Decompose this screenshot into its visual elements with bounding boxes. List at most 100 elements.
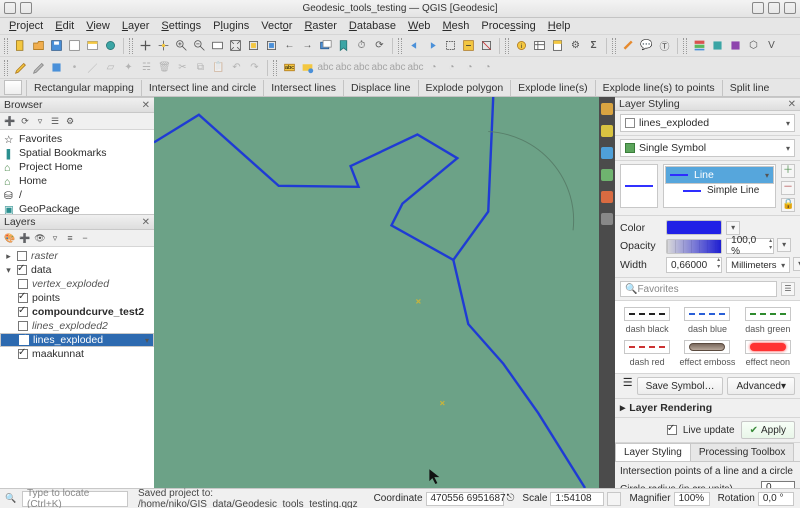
browser-item-bookmarks[interactable]: ❚Spatial Bookmarks — [0, 146, 154, 160]
lock-symbol-button[interactable]: 🔒 — [781, 198, 795, 212]
sidebar-tab-history-icon[interactable] — [601, 213, 613, 225]
locator-search-icon[interactable]: 🔍 — [4, 492, 18, 506]
layer-styling-close-icon[interactable]: ✕ — [788, 99, 796, 110]
magnifier-input[interactable]: 100% — [674, 492, 710, 506]
renderer-select[interactable]: Single Symbol — [620, 139, 795, 157]
width-dd-button[interactable]: ▾ — [793, 257, 800, 271]
width-unit-select[interactable]: Millimeters — [726, 257, 790, 273]
browser-item-root[interactable]: ⛁/ — [0, 188, 154, 202]
rotation-input[interactable]: 0,0 ° — [758, 492, 794, 506]
new-geopackage-button[interactable] — [709, 37, 726, 54]
menu-plugins[interactable]: Plugins — [208, 19, 254, 33]
menu-mesh[interactable]: Mesh — [437, 19, 474, 33]
layer-points[interactable]: points — [0, 291, 154, 305]
plugin-tab-explode-lines[interactable]: Explode line(s) — [510, 80, 594, 96]
processing-toolbox-button[interactable]: ⚙ — [567, 37, 584, 54]
browser-add-button[interactable]: ➕ — [3, 114, 17, 128]
open-attr-table-button[interactable] — [531, 37, 548, 54]
label-toolbar-1[interactable]: abc — [281, 59, 298, 76]
advanced-button[interactable]: Advanced ▾ — [727, 377, 795, 395]
color-menu-button[interactable]: ▾ — [726, 221, 740, 235]
menu-settings[interactable]: Settings — [156, 19, 206, 33]
menu-vector[interactable]: Vector — [256, 19, 297, 33]
remove-symbol-layer-button[interactable]: － — [781, 181, 795, 195]
browser-item-home[interactable]: ⌂Home — [0, 174, 154, 188]
menu-view[interactable]: View — [81, 19, 115, 33]
zoom-in-button[interactable] — [173, 37, 190, 54]
layout-manager-button[interactable] — [84, 37, 101, 54]
swatch-dash-blue[interactable]: dash blue — [679, 307, 735, 334]
field-calc-button[interactable] — [549, 37, 566, 54]
layers-expand-button[interactable]: ≡ — [63, 231, 77, 245]
sidebar-tab-diagrams-icon[interactable] — [601, 191, 613, 203]
style-manager-button[interactable] — [102, 37, 119, 54]
sidebar-tab-masks-icon[interactable] — [601, 147, 613, 159]
menu-raster[interactable]: Raster — [299, 19, 341, 33]
close-button[interactable] — [784, 2, 796, 14]
layers-close-icon[interactable]: ✕ — [142, 217, 150, 228]
browser-item-geopackage[interactable]: ▣GeoPackage — [0, 202, 154, 214]
text-annotation-button[interactable]: Ⓣ — [656, 37, 673, 54]
new-virtual-button[interactable]: V — [763, 37, 780, 54]
deselect-button[interactable] — [478, 37, 495, 54]
label-toolbar-2[interactable] — [299, 59, 316, 76]
map-tips-button[interactable]: 💬 — [638, 37, 655, 54]
symbol-search-input[interactable]: 🔍 Favorites — [620, 281, 777, 297]
symbol-row-line[interactable]: Line — [665, 166, 774, 184]
browser-collapse-button[interactable]: ☰ — [48, 114, 62, 128]
layer-lines-exploded2[interactable]: lines_exploded2 — [0, 319, 154, 333]
opacity-spin[interactable]: 100,0 % — [726, 238, 774, 254]
browser-item-favorites[interactable]: ☆Favorites — [0, 132, 154, 146]
current-edits-button[interactable] — [12, 59, 29, 76]
swatch-dash-black[interactable]: dash black — [619, 307, 675, 334]
scale-input[interactable]: 1:54108 — [550, 492, 604, 506]
maximize-button[interactable] — [768, 2, 780, 14]
save-project-button[interactable] — [48, 37, 65, 54]
tab-layer-styling[interactable]: Layer Styling — [615, 443, 691, 461]
layer-group-data[interactable]: ▾data — [0, 263, 154, 277]
data-source-manager-button[interactable] — [691, 37, 708, 54]
zoom-full-button[interactable] — [227, 37, 244, 54]
sidebar-tab-3d-icon[interactable] — [601, 169, 613, 181]
symbol-menu-button[interactable]: ☰ — [623, 377, 633, 387]
plugin-tab-intersect-lines[interactable]: Intersect lines — [263, 80, 343, 96]
plugin-tab-split-line[interactable]: Split line — [722, 80, 777, 96]
map-canvas[interactable] — [154, 97, 599, 488]
browser-filter-button[interactable]: ▿ — [33, 114, 47, 128]
layers-filter-button[interactable]: ▿ — [48, 231, 62, 245]
minimize-button[interactable] — [752, 2, 764, 14]
plugin-tab-rectangular-mapping[interactable]: Rectangular mapping — [26, 80, 141, 96]
plugin-tab-displace-line[interactable]: Displace line — [343, 80, 418, 96]
redo-action-button[interactable] — [424, 37, 441, 54]
pan-button[interactable] — [137, 37, 154, 54]
layer-rendering-collapsible[interactable]: ▸Layer Rendering — [615, 399, 800, 418]
zoom-out-button[interactable] — [191, 37, 208, 54]
layer-compoundcurve[interactable]: compoundcurve_test2 — [0, 305, 154, 319]
menu-web[interactable]: Web — [403, 19, 435, 33]
symbol-view-toggle[interactable]: ☰ — [781, 282, 795, 296]
layers-visibility-button[interactable]: 👁 — [33, 231, 47, 245]
menu-edit[interactable]: Edit — [50, 19, 79, 33]
menu-help[interactable]: Help — [543, 19, 576, 33]
save-symbol-button[interactable]: Save Symbol… — [637, 377, 724, 395]
toggle-editing-button[interactable] — [30, 59, 47, 76]
layer-select[interactable]: lines_exploded — [620, 114, 795, 132]
add-symbol-layer-button[interactable]: ＋ — [781, 164, 795, 178]
menu-processing[interactable]: Processing — [476, 19, 540, 33]
menu-project[interactable]: Project — [4, 19, 48, 33]
browser-close-icon[interactable]: ✕ — [142, 100, 150, 111]
coordinate-input[interactable]: 470556 6951687 — [426, 492, 504, 506]
browser-properties-button[interactable]: ⚙ — [63, 114, 77, 128]
swatch-effect-neon[interactable]: effect neon — [740, 340, 796, 367]
layers-tree[interactable]: ▸raster ▾data vertex_exploded points com… — [0, 247, 154, 488]
new-map-view-button[interactable] — [317, 37, 334, 54]
opacity-slider[interactable] — [666, 239, 722, 254]
apply-button[interactable]: ✔Apply — [741, 421, 795, 439]
menu-layer[interactable]: Layer — [117, 19, 155, 33]
plugin-tab-explode-lines-points[interactable]: Explode line(s) to points — [595, 80, 722, 96]
open-project-button[interactable] — [30, 37, 47, 54]
layer-lines-exploded[interactable]: lines_exploded — [0, 333, 154, 347]
color-swatch[interactable] — [666, 220, 722, 235]
layer-maakunnat[interactable]: maakunnat — [0, 347, 154, 361]
scale-lock-button[interactable] — [607, 492, 621, 506]
